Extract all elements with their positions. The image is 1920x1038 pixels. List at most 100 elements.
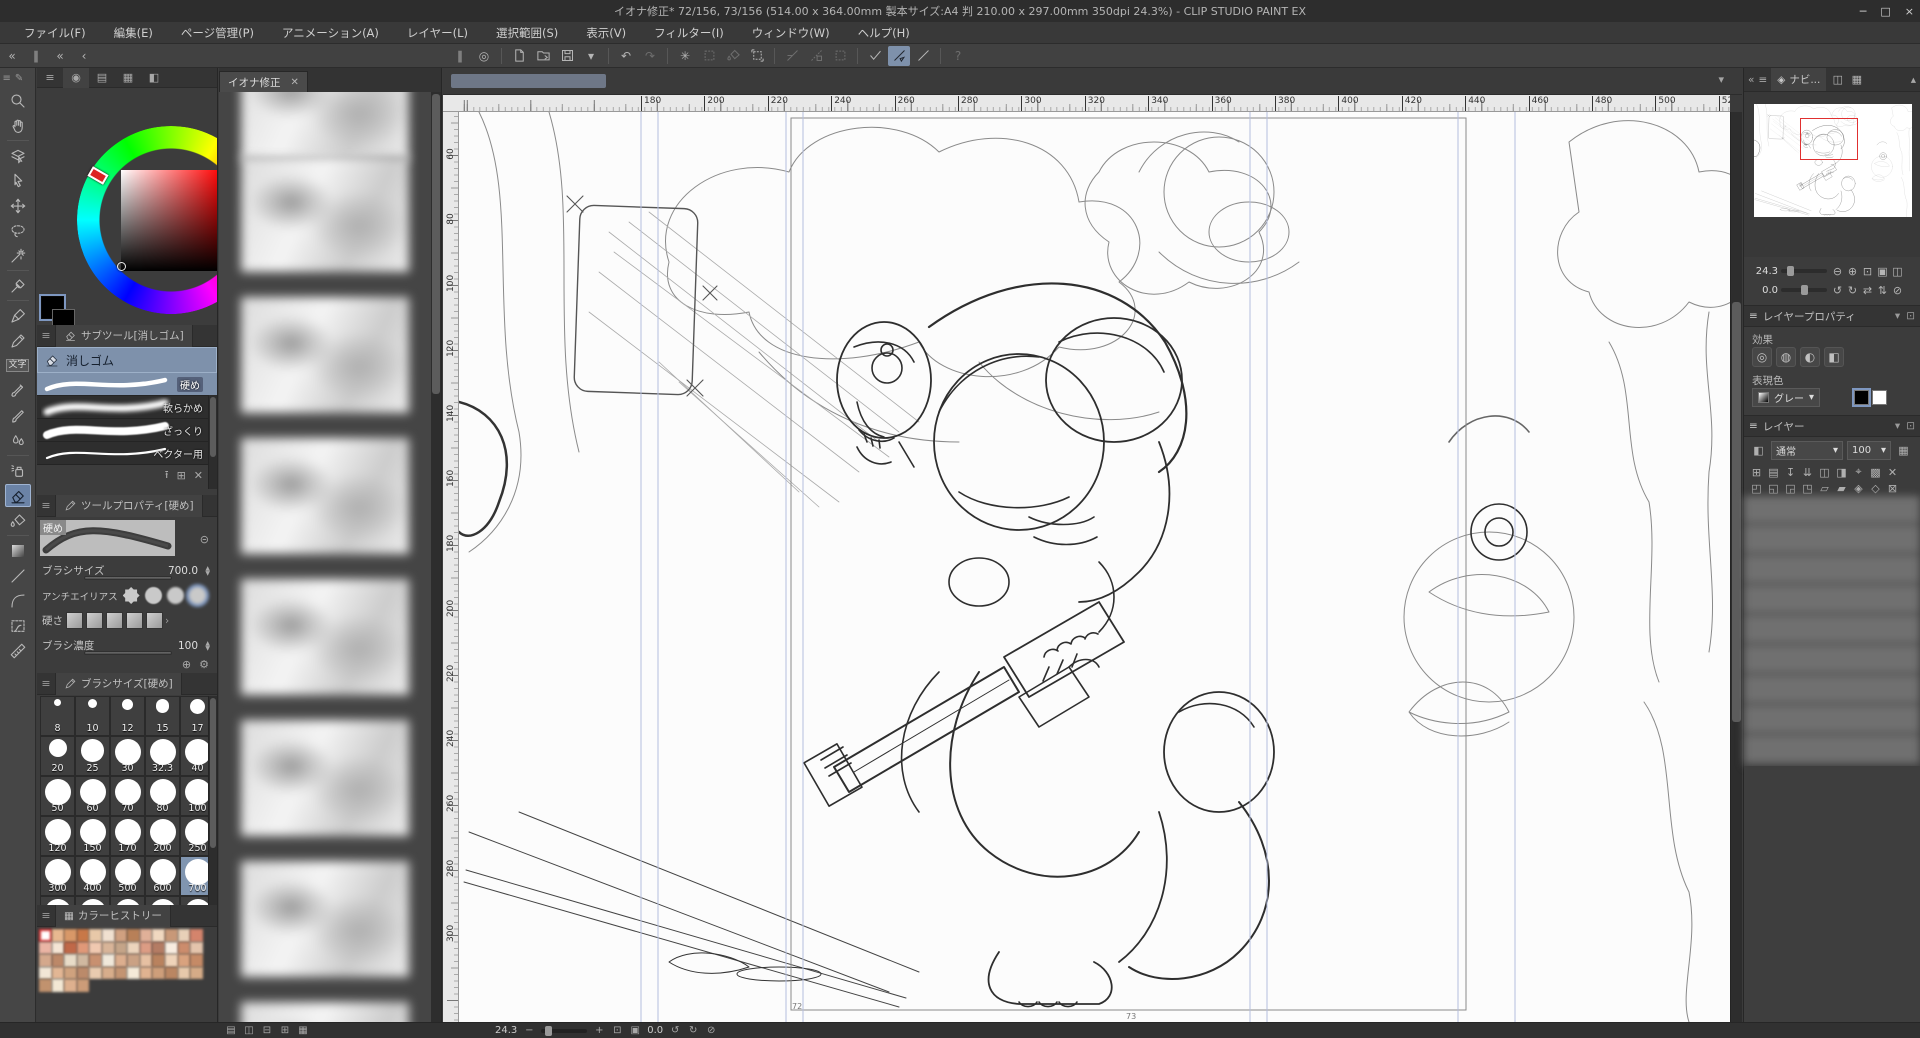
statusbar-fit-icon[interactable]: ⊡ bbox=[608, 1025, 626, 1036]
sv-marker[interactable] bbox=[117, 262, 126, 271]
clip-at-layer-icon[interactable]: ◲ bbox=[1782, 480, 1799, 496]
history-color-swatch[interactable] bbox=[190, 954, 203, 967]
history-color-swatch[interactable] bbox=[89, 954, 102, 967]
enable-mask-icon[interactable]: ▱ bbox=[1816, 480, 1833, 496]
tab-information-icon[interactable]: ▦ bbox=[1849, 72, 1864, 87]
subtool-item-軟らかめ[interactable]: 軟らかめ bbox=[37, 396, 217, 419]
page-grid-icon[interactable]: ▦ bbox=[294, 1025, 312, 1036]
pencil-tool[interactable] bbox=[5, 329, 31, 352]
history-color-swatch[interactable] bbox=[39, 942, 52, 955]
brush-size-stepper[interactable]: ▲▼ bbox=[205, 566, 210, 576]
history-color-swatch[interactable] bbox=[127, 967, 140, 980]
history-color-swatch[interactable] bbox=[89, 967, 102, 980]
page-zoom-out-icon[interactable]: ⊟ bbox=[258, 1025, 276, 1036]
brush-size-80[interactable]: 80 bbox=[145, 776, 180, 816]
expression-color-select[interactable]: グレー ▾ bbox=[1752, 388, 1820, 407]
transform-command-button[interactable] bbox=[746, 46, 768, 66]
palette-options-icon[interactable]: ⊠ bbox=[1884, 480, 1901, 496]
extract-line-icon[interactable]: ◧ bbox=[1824, 347, 1844, 367]
history-color-swatch[interactable] bbox=[152, 954, 165, 967]
hardness-option-2[interactable] bbox=[86, 612, 103, 629]
subtool-group-eraser[interactable]: 消しゴム bbox=[37, 347, 217, 373]
border-effect-icon[interactable]: ◎ bbox=[1752, 347, 1772, 367]
menu-表示(V)[interactable]: 表示(V) bbox=[572, 23, 640, 43]
zoom-tool[interactable] bbox=[5, 89, 31, 112]
brush-size-20[interactable]: 20 bbox=[40, 736, 75, 776]
import-subtool-icon[interactable]: ⭱ bbox=[165, 466, 169, 485]
layer-property-menu-icon[interactable]: ≡ bbox=[1749, 310, 1758, 322]
tab-navigator[interactable]: ◈ ナビ... bbox=[1771, 68, 1826, 91]
history-color-swatch[interactable] bbox=[152, 942, 165, 955]
density-stepper[interactable]: ▲▼ bbox=[205, 641, 210, 651]
saturation-value-square[interactable] bbox=[121, 170, 217, 271]
link-mask-icon[interactable]: ◈ bbox=[1850, 480, 1867, 496]
subtool-panel-tab[interactable]: サブツール[消しゴム] bbox=[55, 325, 193, 347]
history-color-swatch[interactable] bbox=[127, 954, 140, 967]
history-color-swatch[interactable] bbox=[52, 929, 65, 942]
menu-ファイル(F)[interactable]: ファイル(F) bbox=[10, 23, 100, 43]
history-color-swatch[interactable] bbox=[64, 979, 77, 992]
menu-ウィンドウ(W)[interactable]: ウィンドウ(W) bbox=[738, 23, 844, 43]
new-raster-layer-icon[interactable]: ⊞ bbox=[1748, 464, 1765, 480]
history-color-swatch[interactable] bbox=[77, 979, 90, 992]
brush-size-32.3[interactable]: 32.3 bbox=[145, 736, 180, 776]
expression-black-swatch[interactable] bbox=[1854, 390, 1869, 405]
canvas-menu-chevron-icon[interactable]: ▾ bbox=[1718, 73, 1724, 86]
lock-layer-icon[interactable]: ◰ bbox=[1748, 480, 1765, 496]
layer-property-option-icon[interactable]: ▾ bbox=[1895, 310, 1900, 322]
hardness-option-3[interactable] bbox=[106, 612, 123, 629]
delete-layer-icon[interactable]: ✕ bbox=[1884, 464, 1901, 480]
tool-panel-tab-icon[interactable]: ✎ bbox=[15, 73, 23, 84]
expression-white-swatch[interactable] bbox=[1872, 390, 1887, 405]
collapse-left-3-icon[interactable]: ‹ bbox=[73, 46, 95, 66]
save-options-button[interactable]: ▾ bbox=[580, 46, 602, 66]
history-color-swatch[interactable] bbox=[115, 929, 128, 942]
brush-size-panel-menu-icon[interactable]: ≡ bbox=[37, 677, 55, 690]
blend-mode-select[interactable]: 通常 ▾ bbox=[1771, 441, 1843, 460]
fill-tool[interactable] bbox=[5, 509, 31, 532]
antialias-strong-option[interactable] bbox=[189, 587, 206, 604]
history-color-swatch[interactable] bbox=[52, 954, 65, 967]
zoom-in-icon[interactable]: ⊕ bbox=[1845, 264, 1860, 279]
statusbar-rotate-right-icon[interactable]: ↻ bbox=[684, 1025, 702, 1036]
transfer-down-icon[interactable]: ↧ bbox=[1782, 464, 1799, 480]
history-color-swatch[interactable] bbox=[190, 942, 203, 955]
history-color-swatch[interactable] bbox=[102, 942, 115, 955]
history-color-swatch[interactable] bbox=[102, 954, 115, 967]
rotate-left-icon[interactable]: ↺ bbox=[1830, 283, 1845, 298]
statusbar-reset-rotation-icon[interactable]: ⊘ bbox=[702, 1025, 720, 1036]
property-settings-icon[interactable]: ⚙ bbox=[199, 658, 209, 671]
brush-size-30[interactable]: 30 bbox=[110, 736, 145, 776]
add-to-property-icon[interactable]: ⊕ bbox=[182, 658, 191, 671]
add-subtool-icon[interactable]: ⊞ bbox=[177, 469, 186, 482]
selection-tool[interactable] bbox=[5, 219, 31, 242]
tab-color-wheel[interactable]: ◉ bbox=[63, 68, 89, 88]
history-color-swatch[interactable] bbox=[178, 954, 191, 967]
set-reference-icon[interactable]: ◳ bbox=[1799, 480, 1816, 496]
auto-action-button[interactable]: ✳ bbox=[674, 46, 696, 66]
open-file-button[interactable] bbox=[532, 46, 554, 66]
history-color-swatch[interactable] bbox=[190, 967, 203, 980]
brush-size-50[interactable]: 50 bbox=[40, 776, 75, 816]
history-color-swatch[interactable] bbox=[165, 929, 178, 942]
auto-select-tool[interactable] bbox=[5, 244, 31, 267]
history-color-swatch[interactable] bbox=[140, 929, 153, 942]
show-mask-area-icon[interactable]: ▰ bbox=[1833, 480, 1850, 496]
brush-size-panel-tab[interactable]: ブラシサイズ[硬め] bbox=[55, 673, 182, 695]
layer-panel-dock-icon[interactable]: ⊡ bbox=[1906, 420, 1915, 432]
tab-color-set[interactable]: ▦ bbox=[115, 68, 141, 88]
history-color-swatch[interactable] bbox=[52, 979, 65, 992]
page-zoom-in-icon[interactable]: ⊞ bbox=[276, 1025, 294, 1036]
history-color-swatch[interactable] bbox=[77, 942, 90, 955]
menu-フィルター(I)[interactable]: フィルター(I) bbox=[640, 23, 738, 43]
antialias-weak-option[interactable] bbox=[145, 587, 162, 604]
eraser-tool[interactable] bbox=[5, 484, 31, 507]
gradient-tool[interactable] bbox=[5, 539, 31, 562]
history-color-swatch[interactable] bbox=[77, 929, 90, 942]
navigator-thumbnail[interactable] bbox=[1754, 104, 1912, 217]
opacity-input[interactable]: 100 ▾ bbox=[1847, 441, 1891, 460]
hardness-option-1[interactable] bbox=[66, 612, 83, 629]
density-slider[interactable] bbox=[84, 651, 172, 655]
history-color-swatch[interactable] bbox=[89, 929, 102, 942]
menu-ヘルプ(H)[interactable]: ヘルプ(H) bbox=[844, 23, 924, 43]
